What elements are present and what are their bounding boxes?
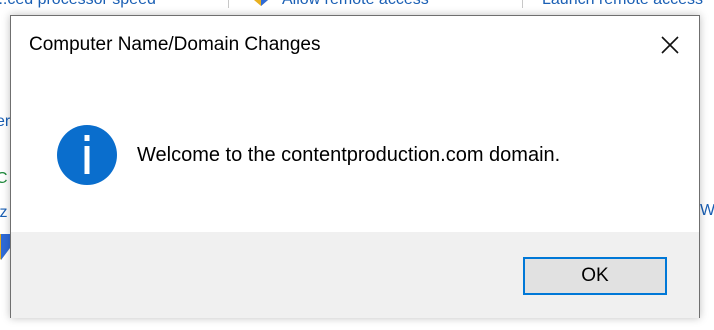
bg-edge-text: er xyxy=(0,113,11,130)
bg-separator xyxy=(522,0,523,8)
dialog-button-area: OK xyxy=(11,232,699,318)
close-icon xyxy=(661,36,679,54)
bg-edge-text: C xyxy=(0,170,8,187)
dialog-title: Computer Name/Domain Changes xyxy=(29,34,321,55)
domain-changes-dialog: Computer Name/Domain Changes Welcome to … xyxy=(10,15,700,318)
bg-edge-text: iz xyxy=(0,204,8,221)
ok-button[interactable]: OK xyxy=(523,257,667,295)
ok-button-label: OK xyxy=(581,265,609,286)
bg-link-launch-remote-access[interactable]: Launch remote access xyxy=(542,0,703,9)
bg-link-allow-remote-access[interactable]: Allow remote access xyxy=(282,0,429,9)
bg-edge-text: W xyxy=(700,202,714,219)
bg-separator xyxy=(228,0,229,8)
close-button[interactable] xyxy=(641,16,699,74)
info-icon xyxy=(57,125,117,185)
dialog-message: Welcome to the contentproduction.com dom… xyxy=(137,144,561,166)
dialog-titlebar[interactable]: Computer Name/Domain Changes xyxy=(11,16,699,74)
bg-link-processor-speed[interactable]: ...ced processor speed xyxy=(0,0,156,9)
shield-icon xyxy=(254,0,268,6)
dialog-content: Welcome to the contentproduction.com dom… xyxy=(11,74,699,232)
